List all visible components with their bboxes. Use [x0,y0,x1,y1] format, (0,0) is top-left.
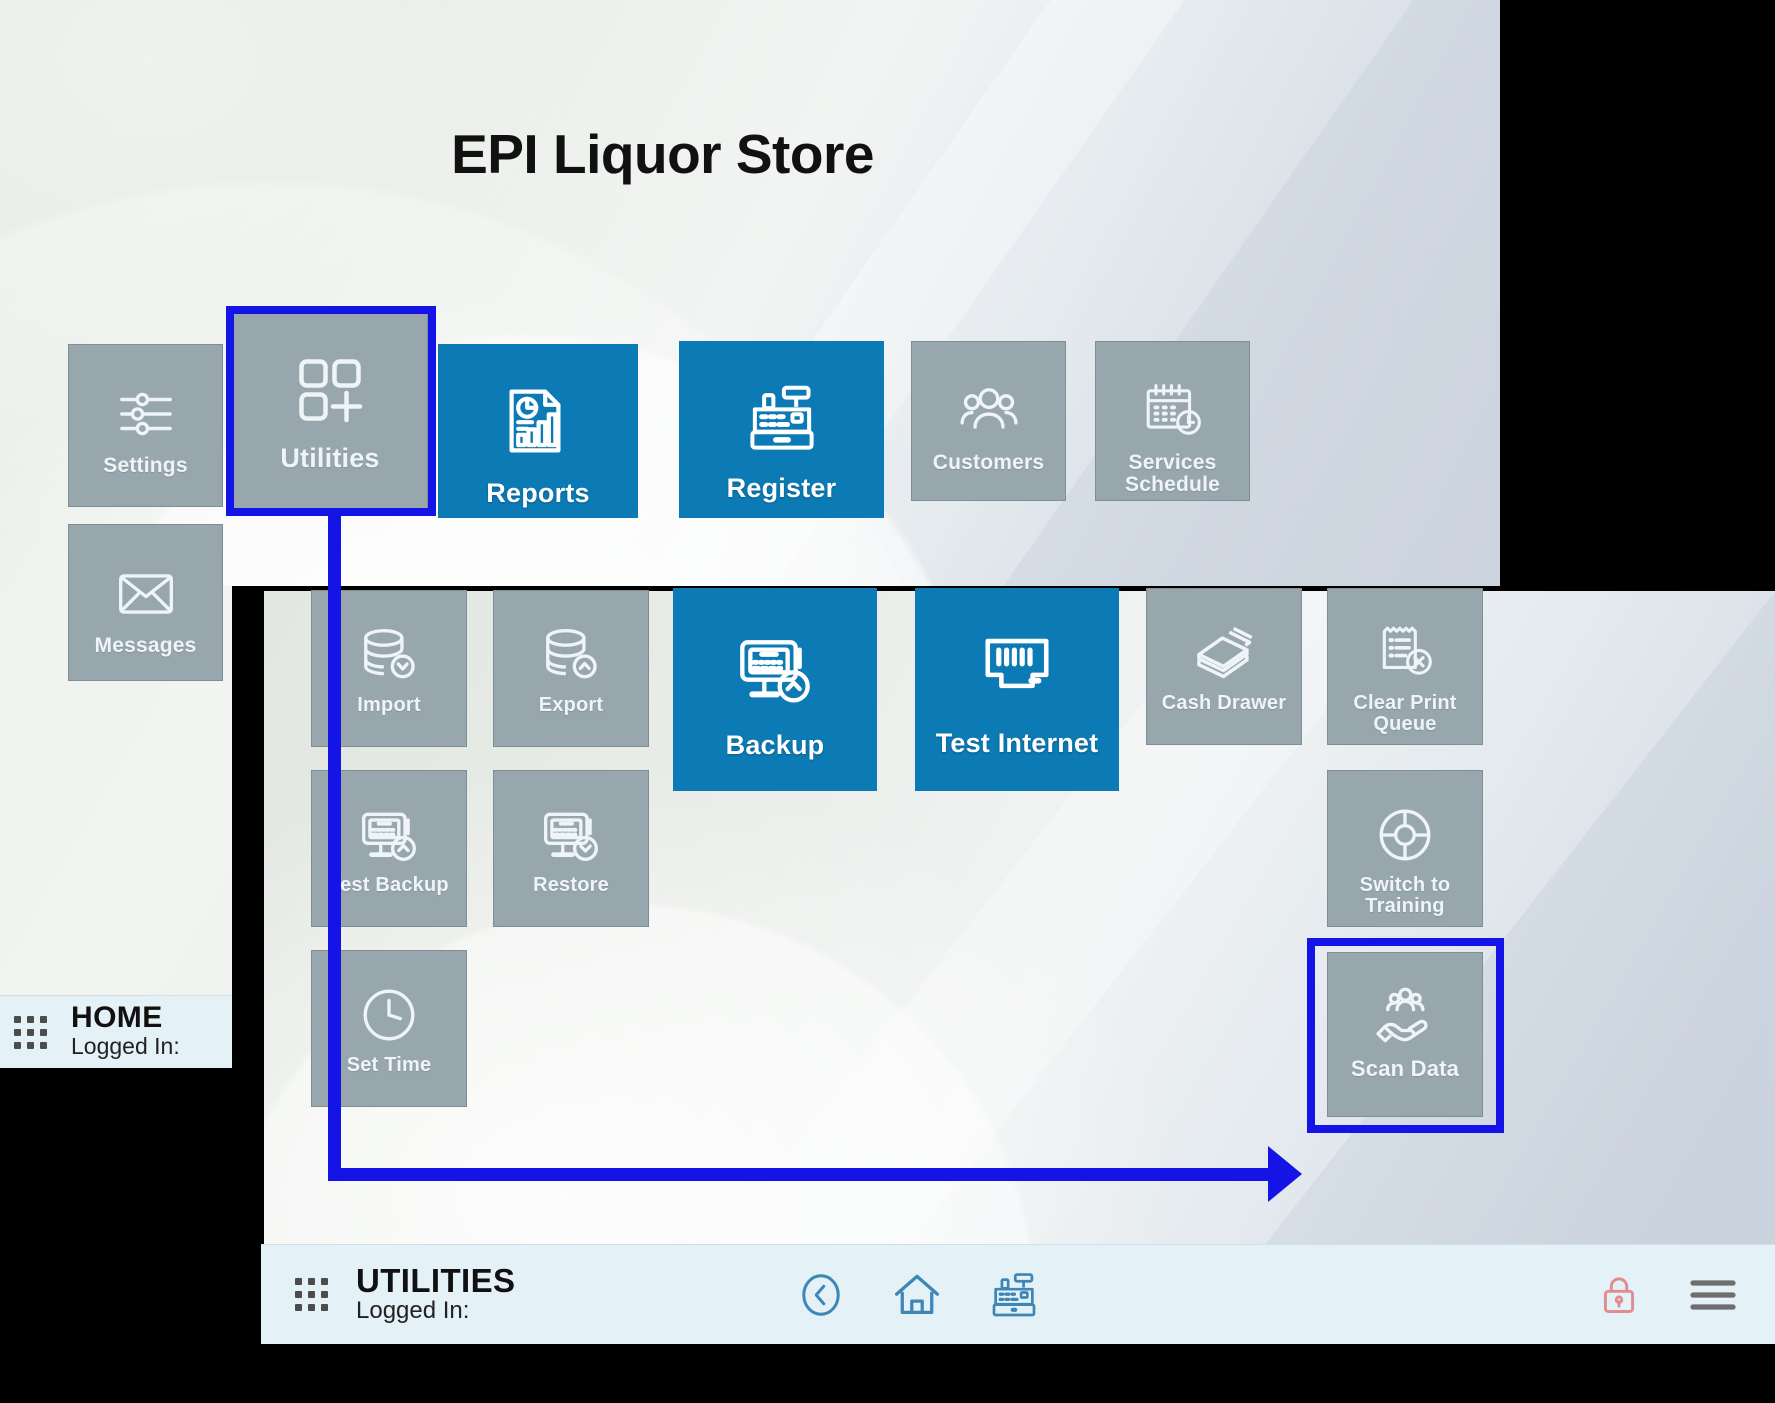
calendar-clock-icon [1142,370,1204,452]
monitor-up-icon [735,619,815,719]
home-icon[interactable] [891,1269,943,1321]
monitor-down-icon [540,795,602,875]
home-tile-register[interactable]: Register [679,341,884,518]
utilities-tile-cash-drawer[interactable]: Cash Drawer [1146,588,1302,745]
statusbar-nav-icons [797,1269,1039,1321]
clock-icon [358,975,420,1055]
logged-in-label: Logged In: [356,1296,470,1324]
annotation-arrow-horizontal [328,1168,1272,1181]
utilities-tile-export[interactable]: Export [493,590,649,747]
home-tile-label: Register [726,473,837,503]
utilities-tile-label: Export [538,694,604,716]
cash-register-icon [745,370,819,466]
utilities-tile-clear-print-queue[interactable]: Clear Print Queue [1327,588,1483,745]
grid-plus-icon [294,342,366,438]
cash-stack-icon [1192,613,1256,693]
sliders-icon [117,373,175,455]
utilities-tile-label: Test Internet [935,728,1099,758]
home-tile-label: Utilities [280,443,380,473]
monitor-up-icon [358,795,420,875]
ethernet-port-icon [978,619,1056,719]
utilities-tile-test-internet[interactable]: Test Internet [915,588,1119,791]
home-tile-customers[interactable]: Customers [911,341,1066,501]
utilities-tile-label: Import [357,694,421,716]
utilities-tile-scan-data[interactable]: Scan Data [1327,952,1483,1117]
home-statusbar-logged-in: Logged In: [71,1033,180,1061]
utilities-tile-backup[interactable]: Backup [673,588,877,791]
utilities-tile-label: Switch to Training [1359,874,1451,917]
lock-icon[interactable] [1597,1273,1641,1317]
home-statusbar: HOME Logged In: [0,995,232,1068]
utilities-tile-label: Test Backup [329,874,449,896]
utilities-tile-label: Clear Print Queue [1353,692,1457,735]
utilities-statusbar-logged-in: Logged In: [356,1297,515,1326]
app-grid-icon[interactable] [295,1278,328,1311]
hamburger-menu-icon[interactable] [1689,1275,1737,1315]
utilities-tile-label: Backup [725,730,825,760]
app-grid-icon[interactable] [14,1015,47,1049]
utilities-tile-label: Set Time [346,1054,432,1076]
home-tile-label: Services Schedule [1125,451,1220,497]
utilities-tile-label: Cash Drawer [1161,692,1287,714]
database-down-icon [358,615,420,695]
page-title: EPI Liquor Store [451,123,874,185]
home-tile-label: Messages [94,634,197,657]
logged-in-label: Logged In: [71,1033,180,1060]
home-tile-services-schedule[interactable]: Services Schedule [1095,341,1250,501]
utilities-tile-switch-to-training[interactable]: Switch to Training [1327,770,1483,927]
home-tile-settings[interactable]: Settings [68,344,223,507]
utilities-statusbar-title: UTILITIES [356,1261,516,1299]
hand-people-icon [1372,977,1438,1057]
life-ring-icon [1374,795,1436,875]
utilities-tile-label: Scan Data [1350,1056,1460,1081]
back-icon[interactable] [797,1271,845,1319]
report-chart-icon [502,373,574,469]
annotation-arrow-head [1268,1146,1302,1202]
utilities-statusbar: UTILITIES Logged In: [261,1244,1775,1344]
screenshot-root: EPI Liquor Store Settings Utilities Repo… [0,0,1775,1403]
utilities-tile-label: Restore [533,874,609,896]
home-tile-label: Customers [932,451,1045,474]
envelope-icon [115,553,177,635]
home-tile-label: Reports [486,478,590,508]
people-group-icon [958,370,1020,452]
database-up-icon [540,615,602,695]
utilities-tile-restore[interactable]: Restore [493,770,649,927]
home-statusbar-title: HOME [71,1001,163,1035]
home-tile-utilities[interactable]: Utilities [232,313,428,509]
home-tile-messages[interactable]: Messages [68,524,223,681]
home-tile-reports[interactable]: Reports [438,344,638,518]
home-tile-label: Settings [103,454,188,477]
receipt-cancel-icon [1374,613,1436,693]
register-icon[interactable] [989,1270,1039,1320]
statusbar-right-icons [1597,1273,1737,1317]
annotation-arrow-vertical [328,514,341,1181]
